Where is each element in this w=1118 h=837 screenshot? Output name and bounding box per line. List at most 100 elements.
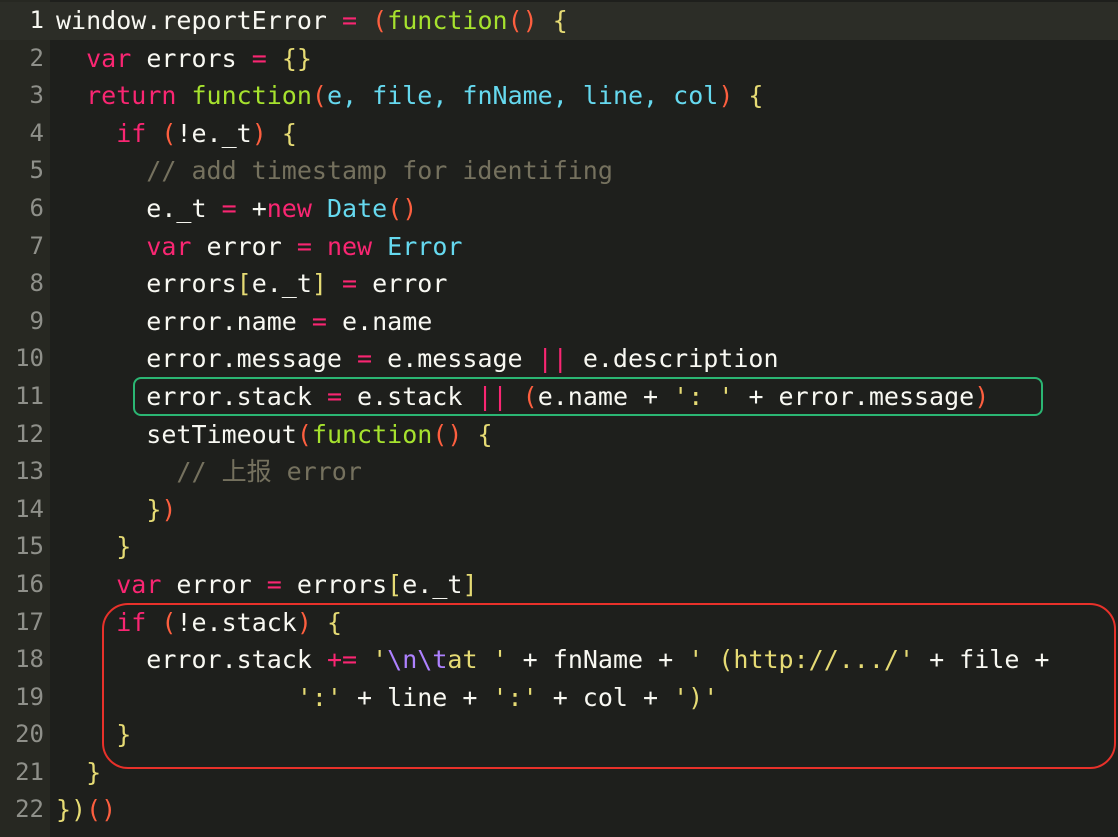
code-token: error.message [56,344,358,374]
line-number: 18 [15,645,44,674]
code-token: // add timestamp for identifing [56,156,613,186]
code-token: Date [326,193,388,223]
code-line[interactable]: 2 var errors = {} [0,40,1118,78]
stack-fallback-highlight [133,377,1043,416]
code-line[interactable]: 22})() [0,791,1118,829]
code-line[interactable]: 10 error.message = e.message || e.descri… [0,340,1118,378]
code-token: { [266,118,297,148]
code-text: var errors = {} [56,40,312,78]
code-token: !e._t [176,118,252,148]
code-token: = [311,306,327,336]
code-token: () [387,193,418,223]
code-text: }) [56,491,176,529]
line-number: 11 [15,381,44,410]
code-token: } [86,757,102,787]
code-line[interactable]: 1 window.reportError = (function() { [0,2,1118,40]
code-token: }) [56,795,87,825]
code-token: error [161,569,267,599]
code-token: Error [387,231,463,261]
code-text: errors[e._t] = error [56,265,447,303]
code-text: window.reportError = (function() { [56,2,568,40]
code-token: + [236,193,267,223]
code-line[interactable]: 5 // add timestamp for identifing [0,152,1118,190]
code-line[interactable]: 15 } [0,528,1118,566]
code-token: ] [462,569,478,599]
code-token: errors [56,269,237,299]
code-text: setTimeout(function() { [56,416,492,454]
code-token: errors [281,569,388,599]
line-number: 15 [15,532,44,561]
code-line[interactable]: 3 return function(e, file, fnName, line,… [0,77,1118,115]
code-token: e._t [251,269,312,299]
code-text: // 上报 error [56,453,362,491]
code-token: ) [718,81,734,111]
line-number: 17 [15,607,44,636]
code-token: function [387,6,508,35]
code-text: error.name = e.name [56,303,432,341]
code-line[interactable]: 6 e._t = +new Date() [0,190,1118,228]
code-token: // 上报 error [56,457,362,487]
code-token: e.name [326,306,433,336]
stack-append-highlight [102,603,1116,769]
code-line[interactable]: 8 errors[e._t] = error [0,265,1118,303]
code-token: ( [296,419,312,449]
code-line[interactable]: 9 error.name = e.name [0,303,1118,341]
code-token: [ [387,569,403,599]
code-token: = [251,43,267,73]
code-text: // add timestamp for identifing [56,152,613,190]
code-line[interactable]: 12 setTimeout(function() { [0,416,1118,454]
line-number: 19 [15,682,44,711]
code-token: = [342,269,358,299]
code-token: ( [161,118,177,148]
code-token: function [311,419,433,449]
code-token: function [191,81,312,111]
code-token: new [266,193,312,223]
code-line[interactable]: 16 var error = errors[e._t] [0,566,1118,604]
code-token: { [733,81,764,111]
code-text: error.message = e.message || e.descripti… [56,340,779,378]
code-token: } [146,494,162,524]
code-token: () [432,419,463,449]
code-token: e._t [402,569,463,599]
line-number: 12 [15,419,44,448]
code-token: {} [281,43,312,73]
code-token: = [357,344,373,374]
line-number: 6 [29,193,44,222]
line-number: 13 [15,457,44,486]
code-token: var [116,569,162,599]
code-editor[interactable]: 1 window.reportError = (function() {2 var… [0,0,1118,837]
code-line[interactable]: 7 var error = new Error [0,228,1118,266]
code-line[interactable]: 13 // 上报 error [0,453,1118,491]
code-token: error [191,231,297,261]
code-text: e._t = +new Date() [56,190,417,228]
line-number: 5 [29,156,44,185]
code-line[interactable]: 4 if (!e._t) { [0,115,1118,153]
code-token: ( [311,81,327,111]
line-number: 7 [29,231,44,260]
code-token: = [221,193,237,223]
line-number: 21 [15,757,44,786]
code-line[interactable]: 14 }) [0,491,1118,529]
code-token: e, file, fnName, line, col [326,81,719,111]
line-number: 8 [29,269,44,298]
code-token: e.description [567,344,779,374]
code-token: { [537,6,568,35]
code-token: window.reportError [56,6,342,35]
line-number: 9 [29,306,44,335]
code-token: () [507,6,538,35]
line-number: 20 [15,720,44,749]
line-number: 4 [29,118,44,147]
code-text: return function(e, file, fnName, line, c… [56,77,763,115]
